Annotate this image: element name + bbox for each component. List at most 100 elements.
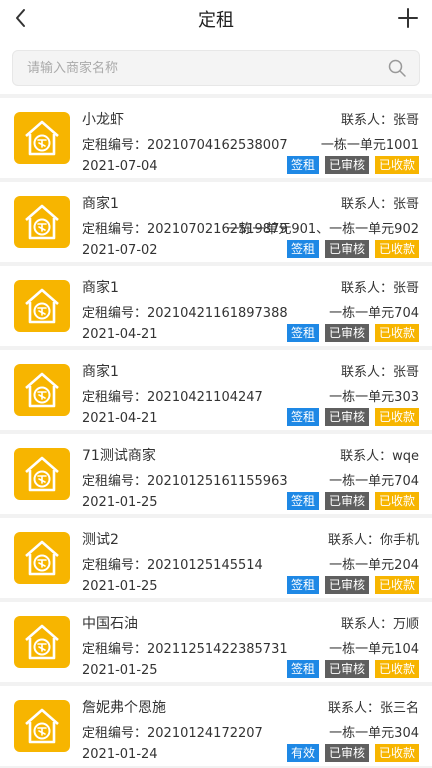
list-item[interactable]: 商家1 联系人：张哥 定租编号：20210702162519879 一栋一单元9…: [0, 182, 432, 262]
rent-code: 定租编号：20210125161155963: [82, 474, 288, 489]
house-rent-icon: [25, 624, 59, 660]
unit-location: 一栋一单元204: [329, 558, 419, 573]
shop-logo: [14, 700, 70, 752]
status-badge: 签租: [286, 408, 319, 426]
review-badge: 已审核: [324, 408, 369, 426]
rent-date: 2021-01-24: [82, 747, 158, 762]
shop-name: 商家1: [82, 196, 119, 212]
house-rent-icon: [25, 120, 59, 156]
contact-person: 联系人：你手机: [327, 533, 419, 548]
contact-person: 联系人：张哥: [340, 281, 419, 296]
list-item[interactable]: 商家1 联系人：张哥 定租编号：20210421161897388 一栋一单元7…: [0, 266, 432, 346]
payment-badge: 已收款: [374, 324, 419, 342]
rent-code: 定租编号：20211251422385731: [82, 642, 288, 657]
rent-list: 小龙虾 联系人：张哥 定租编号：20210704162538007 一栋一单元1…: [0, 98, 432, 766]
rent-code: 定租编号：20210421161897388: [82, 306, 288, 321]
rent-date: 2021-01-25: [82, 579, 158, 594]
house-rent-icon: [25, 288, 59, 324]
shop-name: 测试2: [82, 532, 119, 548]
house-rent-icon: [25, 204, 59, 240]
unit-location: 一栋一单元104: [329, 642, 419, 657]
unit-location: 一栋一单元704: [329, 474, 419, 489]
review-badge: 已审核: [324, 156, 369, 174]
unit-location: 一栋一单元303: [329, 390, 419, 405]
contact-person: 联系人：张哥: [340, 197, 419, 212]
list-item[interactable]: 71测试商家 联系人：wqe 定租编号：20210125161155963 一栋…: [0, 434, 432, 514]
shop-name: 小龙虾: [82, 112, 124, 128]
review-badge: 已审核: [324, 324, 369, 342]
status-badge: 签租: [286, 660, 319, 678]
review-badge: 已审核: [324, 744, 369, 762]
shop-logo: [14, 364, 70, 416]
unit-location: 一栋一单元304: [329, 726, 419, 741]
status-badge: 签租: [286, 492, 319, 510]
search-icon[interactable]: [387, 58, 407, 78]
rent-date: 2021-04-21: [82, 411, 158, 426]
payment-badge: 已收款: [374, 744, 419, 762]
contact-person: 联系人：wqe: [340, 449, 419, 464]
contact-person: 联系人：张哥: [340, 365, 419, 380]
app-header: 定租: [0, 0, 432, 38]
status-badges: 签租 已审核 已收款: [286, 660, 419, 678]
status-badges: 有效 已审核 已收款: [286, 744, 419, 762]
payment-badge: 已收款: [374, 408, 419, 426]
shop-logo: [14, 532, 70, 584]
payment-badge: 已收款: [374, 576, 419, 594]
house-rent-icon: [25, 372, 59, 408]
rent-date: 2021-07-04: [82, 159, 158, 174]
status-badge: 签租: [286, 324, 319, 342]
status-badge: 签租: [286, 156, 319, 174]
house-rent-icon: [25, 456, 59, 492]
add-plus-icon[interactable]: [394, 4, 422, 32]
rent-code: 定租编号：20210124172207: [82, 726, 263, 741]
rent-date: 2021-04-21: [82, 327, 158, 342]
payment-badge: 已收款: [374, 240, 419, 258]
shop-logo: [14, 616, 70, 668]
rent-code: 定租编号：20210421104247: [82, 390, 263, 405]
shop-name: 商家1: [82, 280, 119, 296]
contact-person: 联系人：张三名: [327, 701, 419, 716]
list-item[interactable]: 中国石油 联系人：万顺 定租编号：20211251422385731 一栋一单元…: [0, 602, 432, 682]
unit-location: 一栋一单元1001: [320, 138, 419, 153]
list-item[interactable]: 商家1 联系人：张哥 定租编号：20210421104247 一栋一单元303 …: [0, 350, 432, 430]
house-rent-icon: [25, 708, 59, 744]
shop-logo: [14, 448, 70, 500]
house-rent-icon: [25, 540, 59, 576]
status-badges: 签租 已审核 已收款: [286, 576, 419, 594]
review-badge: 已审核: [324, 240, 369, 258]
rent-code: 定租编号：20210125145514: [82, 558, 263, 573]
rent-code: 定租编号：20210704162538007: [82, 138, 288, 153]
page-title: 定租: [198, 10, 234, 31]
shop-logo: [14, 196, 70, 248]
status-badges: 签租 已审核 已收款: [286, 408, 419, 426]
status-badge: 签租: [286, 240, 319, 258]
contact-person: 联系人：万顺: [340, 617, 419, 632]
status-badges: 签租 已审核 已收款: [286, 492, 419, 510]
unit-location: 一栋一单元901、一栋一单元902: [226, 222, 419, 237]
shop-logo: [14, 280, 70, 332]
search-box[interactable]: [12, 50, 420, 86]
shop-name: 71测试商家: [82, 448, 156, 464]
search-input[interactable]: [25, 59, 387, 77]
list-item[interactable]: 测试2 联系人：你手机 定租编号：20210125145514 一栋一单元204…: [0, 518, 432, 598]
shop-name: 詹妮弗个恩施: [82, 700, 166, 716]
review-badge: 已审核: [324, 492, 369, 510]
status-badges: 签租 已审核 已收款: [286, 324, 419, 342]
shop-logo: [14, 112, 70, 164]
status-badge: 有效: [286, 744, 319, 762]
payment-badge: 已收款: [374, 156, 419, 174]
back-chevron-icon[interactable]: [8, 4, 36, 32]
review-badge: 已审核: [324, 576, 369, 594]
review-badge: 已审核: [324, 660, 369, 678]
rent-date: 2021-01-25: [82, 495, 158, 510]
contact-person: 联系人：张哥: [340, 113, 419, 128]
list-item[interactable]: 小龙虾 联系人：张哥 定租编号：20210704162538007 一栋一单元1…: [0, 98, 432, 178]
status-badges: 签租 已审核 已收款: [286, 240, 419, 258]
rent-date: 2021-01-25: [82, 663, 158, 678]
rent-date: 2021-07-02: [82, 243, 158, 258]
shop-name: 商家1: [82, 364, 119, 380]
search-bar: [0, 38, 432, 94]
list-item[interactable]: 詹妮弗个恩施 联系人：张三名 定租编号：20210124172207 一栋一单元…: [0, 686, 432, 766]
unit-location: 一栋一单元704: [329, 306, 419, 321]
payment-badge: 已收款: [374, 660, 419, 678]
